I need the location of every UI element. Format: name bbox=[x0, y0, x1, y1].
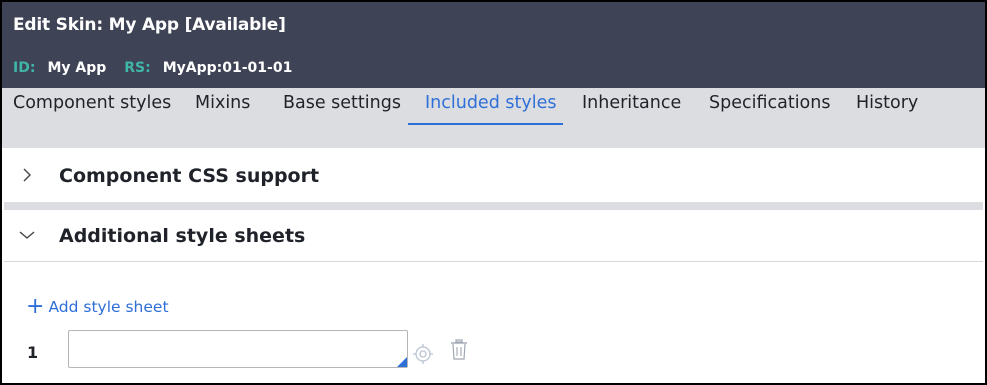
add-style-sheet-label: Add style sheet bbox=[48, 298, 169, 316]
active-tab-indicator bbox=[408, 123, 563, 125]
section-additional-style-sheets[interactable]: Additional style sheets bbox=[4, 210, 983, 262]
section-header-border bbox=[4, 261, 983, 262]
trash-icon[interactable] bbox=[449, 339, 469, 361]
section-title-additional-style-sheets: Additional style sheets bbox=[59, 225, 306, 247]
section-component-css[interactable]: Component CSS support bbox=[4, 150, 983, 202]
meta-info: ID: My App RS: MyApp:01-01-01 bbox=[13, 60, 310, 76]
tab-history[interactable]: History bbox=[856, 93, 918, 113]
rs-value: MyApp:01-01-01 bbox=[162, 60, 293, 76]
style-sheet-input[interactable] bbox=[69, 331, 407, 367]
target-icon[interactable] bbox=[412, 343, 434, 365]
tab-mixins[interactable]: Mixins bbox=[195, 93, 250, 113]
id-value: My App bbox=[47, 60, 107, 76]
id-label: ID: bbox=[13, 60, 36, 76]
tab-base-settings[interactable]: Base settings bbox=[283, 93, 401, 113]
header: Edit Skin: My App [Available] ID: My App… bbox=[2, 2, 985, 88]
chevron-down-icon[interactable] bbox=[18, 226, 36, 244]
section-title-component-css: Component CSS support bbox=[59, 165, 320, 187]
row-number: 1 bbox=[27, 343, 39, 362]
plus-icon: + bbox=[26, 294, 45, 319]
tab-inheritance[interactable]: Inheritance bbox=[582, 93, 681, 113]
app-frame: Edit Skin: My App [Available] ID: My App… bbox=[0, 0, 987, 385]
tab-bar: Component styles Mixins Base settings In… bbox=[2, 88, 985, 148]
included-styles-panel: Component CSS support Additional style s… bbox=[4, 148, 983, 383]
page-title: Edit Skin: My App [Available] bbox=[13, 15, 286, 35]
section-divider bbox=[4, 202, 983, 210]
autocomplete-corner-indicator bbox=[397, 357, 407, 367]
tab-specifications[interactable]: Specifications bbox=[709, 93, 830, 113]
rs-label: RS: bbox=[124, 60, 151, 76]
chevron-right-icon[interactable] bbox=[18, 166, 36, 184]
add-style-sheet-button[interactable]: + Add style sheet bbox=[26, 296, 169, 318]
tab-component-styles[interactable]: Component styles bbox=[13, 93, 171, 113]
tab-included-styles[interactable]: Included styles bbox=[425, 93, 556, 113]
style-sheet-input-wrapper bbox=[68, 330, 408, 368]
